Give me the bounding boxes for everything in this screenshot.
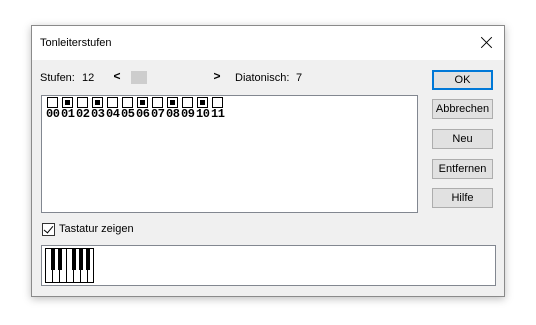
ok-button[interactable]: OK xyxy=(432,70,493,90)
hilfe-button[interactable]: Hilfe xyxy=(432,188,493,208)
diatonisch-label: Diatonisch: xyxy=(235,72,290,84)
abbrechen-button[interactable]: Abbrechen xyxy=(432,99,493,119)
step-number: 00 xyxy=(46,107,60,121)
diatonic-marker xyxy=(65,100,70,105)
scale-step[interactable]: 10 xyxy=(196,97,211,121)
scroll-thumb[interactable] xyxy=(131,71,147,84)
scale-step[interactable]: 06 xyxy=(136,97,151,121)
piano-keyboard xyxy=(45,248,94,283)
stufen-value: 12 xyxy=(82,72,95,84)
diatonic-marker xyxy=(200,100,205,105)
neu-button[interactable]: Neu xyxy=(432,129,493,149)
black-key xyxy=(79,249,83,270)
keyboard-panel xyxy=(41,245,496,286)
entfernen-button[interactable]: Entfernen xyxy=(432,159,493,179)
step-number: 06 xyxy=(136,107,150,121)
steps-listbox[interactable]: 00 01 02 03 04 05 06 07 08 09 10 11 xyxy=(41,95,418,213)
step-number: 07 xyxy=(151,107,165,121)
stufen-label: Stufen: xyxy=(40,72,75,84)
scale-step[interactable]: 09 xyxy=(181,97,196,121)
black-key xyxy=(58,249,62,270)
tastatur-checkbox[interactable] xyxy=(42,223,55,236)
step-number: 09 xyxy=(181,107,195,121)
step-number: 10 xyxy=(196,107,210,121)
scale-step[interactable]: 11 xyxy=(211,97,226,121)
black-key xyxy=(51,249,55,270)
scroll-right-icon[interactable]: > xyxy=(209,69,225,86)
stufen-scrollbar[interactable]: < > xyxy=(109,69,225,86)
step-number: 08 xyxy=(166,107,180,121)
step-number: 02 xyxy=(76,107,90,121)
scale-step[interactable]: 08 xyxy=(166,97,181,121)
scale-step[interactable]: 01 xyxy=(61,97,76,121)
diatonic-marker xyxy=(95,100,100,105)
close-icon[interactable] xyxy=(474,30,500,56)
scale-step[interactable]: 04 xyxy=(106,97,121,121)
scale-step[interactable]: 00 xyxy=(46,97,61,121)
step-number: 11 xyxy=(211,107,225,121)
diatonic-marker xyxy=(170,100,175,105)
black-key xyxy=(86,249,90,270)
steps-row: 00 01 02 03 04 05 06 07 08 09 10 11 xyxy=(46,97,226,121)
step-number: 03 xyxy=(91,107,105,121)
scroll-left-icon[interactable]: < xyxy=(109,69,125,86)
scale-step[interactable]: 05 xyxy=(121,97,136,121)
step-number: 04 xyxy=(106,107,120,121)
diatonic-marker xyxy=(140,100,145,105)
scale-step[interactable]: 07 xyxy=(151,97,166,121)
title-bar: Tonleiterstufen xyxy=(32,26,504,60)
window-title: Tonleiterstufen xyxy=(40,37,112,49)
scale-steps-dialog: Tonleiterstufen Stufen: 12 < > Diatonisc… xyxy=(31,25,505,297)
step-number: 05 xyxy=(121,107,135,121)
tastatur-label[interactable]: Tastatur zeigen xyxy=(59,223,134,235)
scale-step[interactable]: 03 xyxy=(91,97,106,121)
diatonisch-value: 7 xyxy=(296,72,303,84)
scale-step[interactable]: 02 xyxy=(76,97,91,121)
black-key xyxy=(72,249,76,270)
step-number: 01 xyxy=(61,107,75,121)
